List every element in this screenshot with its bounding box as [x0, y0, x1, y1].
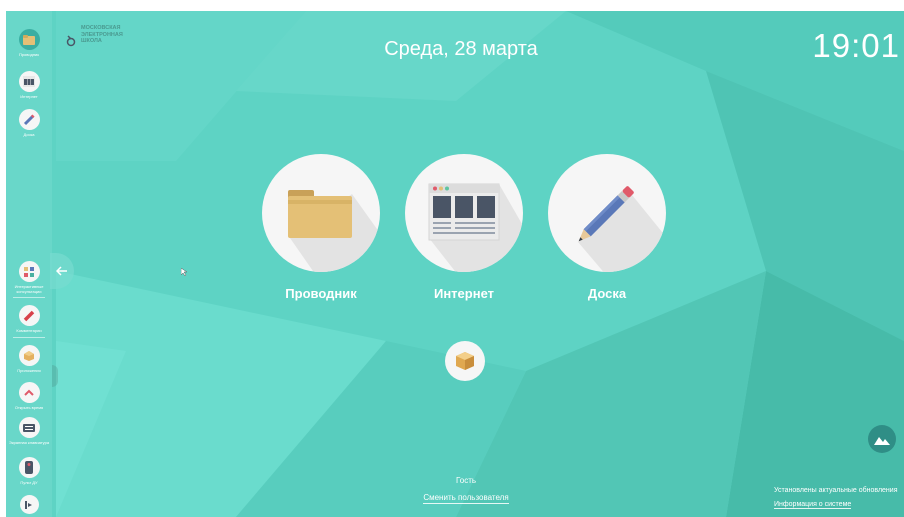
browser-icon — [405, 154, 523, 272]
folder-icon — [18, 29, 40, 50]
logo-mark-icon — [66, 35, 76, 47]
sidebar-divider — [13, 297, 45, 298]
logo-line: ШКОЛА — [81, 38, 102, 44]
switch-user-link[interactable]: Сменить пользователя — [423, 493, 509, 504]
marker-icon — [18, 305, 40, 326]
app-label: Доска — [587, 286, 627, 301]
pencil-icon — [548, 154, 666, 272]
keyboard-icon — [18, 417, 40, 438]
sidebar-item-open-time[interactable]: Открыть время — [6, 382, 52, 410]
updates-status: Установлены актуальные обновления — [774, 487, 898, 494]
consultation-icon — [18, 261, 40, 282]
sidebar-item-applications[interactable]: Приложения — [6, 345, 52, 373]
box-icon — [18, 345, 40, 366]
folder-icon — [262, 154, 380, 272]
sidebar-item-label: Открыть время — [14, 405, 44, 410]
sidebar-item-comments[interactable]: Комментарии — [6, 305, 52, 333]
app-label: Проводник — [285, 286, 357, 301]
sidebar-item-label: Доска — [23, 132, 35, 137]
arrow-left-icon — [56, 266, 67, 276]
sidebar-item-logout[interactable] — [6, 495, 52, 514]
browser-icon — [18, 71, 40, 92]
app-tile-internet[interactable]: Интернет — [405, 154, 523, 301]
sidebar-item-internet[interactable]: Интернет — [6, 71, 52, 99]
date-title: Среда, 28 марта — [384, 38, 538, 60]
sidebar-item-consultations[interactable]: Интерактивные консультации — [6, 261, 52, 294]
sidebar-item-label: Проводник — [18, 52, 40, 57]
wallpaper-button[interactable] — [868, 425, 896, 453]
remote-icon — [18, 457, 40, 478]
pencil-icon — [18, 109, 40, 130]
sidebar-item-label: Интернет — [20, 94, 38, 99]
sidebar-item-board[interactable]: Доска — [6, 109, 52, 137]
school-logo: МОСКОВСКАЯ ЭЛЕКТРОННАЯ ШКОЛА — [65, 25, 123, 49]
sidebar-item-keyboard[interactable]: Экранная клавиатура — [6, 417, 52, 445]
app-label: Интернет — [433, 286, 494, 301]
sidebar-item-label: Приложения — [17, 368, 41, 373]
logout-icon — [19, 495, 39, 514]
applications-button[interactable] — [445, 341, 485, 381]
app-tile-explorer[interactable]: Проводник — [262, 154, 380, 301]
mountain-icon — [874, 437, 890, 445]
side-drag-handle[interactable] — [52, 365, 58, 387]
user-block: Гость Сменить пользователя — [406, 476, 526, 504]
chevron-up-icon — [18, 382, 40, 403]
desktop-screen: Проводник Интернет Доска Интерактивные к… — [6, 11, 904, 517]
system-info-link[interactable]: Информация о системе — [774, 501, 852, 509]
clock: 19:01 — [812, 27, 900, 64]
sidebar-item-label: Пульт ДУ — [20, 480, 38, 485]
sidebar-item-label: Комментарии — [16, 328, 42, 333]
sidebar-item-label: Интерактивные консультации — [14, 284, 44, 294]
mouse-cursor-icon — [181, 268, 187, 276]
sidebar-item-label: Экранная клавиатура — [8, 440, 50, 445]
sidebar-item-explorer[interactable]: Проводник — [6, 29, 52, 57]
sidebar: Проводник Интернет Доска Интерактивные к… — [6, 11, 52, 517]
user-name: Гость — [455, 476, 477, 485]
box-icon — [456, 352, 474, 370]
logo-line: МОСКОВСКАЯ — [81, 25, 121, 31]
sidebar-divider — [13, 337, 45, 338]
sidebar-item-remote[interactable]: Пульт ДУ — [6, 457, 52, 485]
app-tile-board[interactable]: Доска — [548, 154, 666, 301]
